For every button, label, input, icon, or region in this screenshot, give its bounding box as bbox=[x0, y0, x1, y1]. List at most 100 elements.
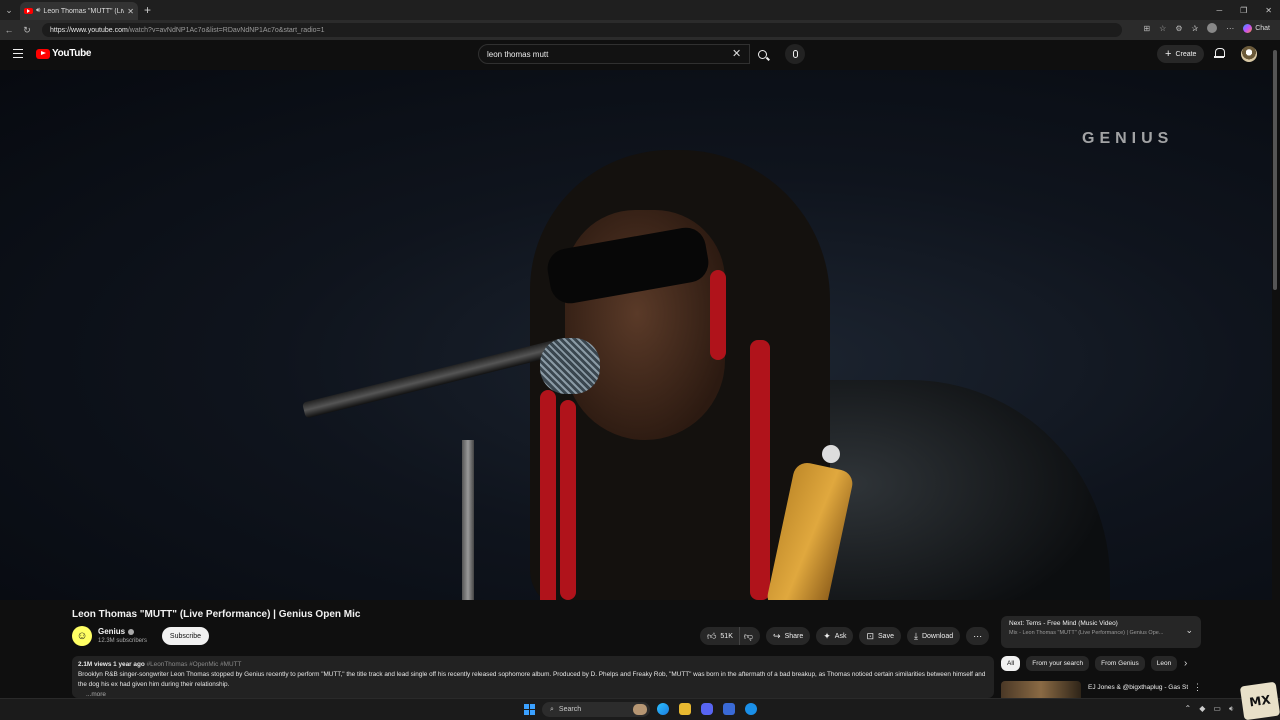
back-icon[interactable]: ← bbox=[0, 25, 18, 35]
chip-all[interactable]: All bbox=[1001, 656, 1021, 671]
more-actions-button[interactable]: ⋯ bbox=[966, 627, 990, 645]
tab-list-chevron-icon[interactable]: ⌄ bbox=[0, 0, 18, 20]
chip-from-genius[interactable]: From Genius bbox=[1095, 656, 1145, 671]
guitar-knob bbox=[822, 445, 840, 463]
recommendation-title[interactable]: EJ Jones & @bigxthaplug - Gas Station Re… bbox=[1088, 683, 1188, 692]
windows-start-icon[interactable] bbox=[524, 704, 535, 715]
favorite-star-icon[interactable]: ☆ bbox=[1159, 24, 1166, 33]
share-button[interactable]: ↪ Share bbox=[766, 627, 811, 645]
subscriber-count: 12.3M subscribers bbox=[98, 638, 148, 644]
next-video-subtitle: Mix - Leon Thomas "MUTT" (Live Performan… bbox=[1009, 630, 1164, 636]
download-button[interactable]: ⤓ Download bbox=[906, 627, 961, 645]
notifications-bell-icon[interactable] bbox=[1214, 48, 1225, 59]
close-window-icon[interactable]: ✕ bbox=[1265, 6, 1272, 15]
red-dreadlock bbox=[750, 340, 770, 600]
close-tab-icon[interactable]: ✕ bbox=[127, 7, 134, 16]
save-button[interactable]: ⊡ Save bbox=[859, 627, 901, 645]
address-bar-row: ← ↻ https://www.youtube.com/watch?v=avNd… bbox=[0, 20, 1280, 40]
chevron-down-icon[interactable]: ⌄ bbox=[1185, 625, 1193, 636]
copilot-chat-button[interactable]: Chat bbox=[1243, 23, 1270, 33]
show-more-link[interactable]: ...more bbox=[78, 690, 988, 698]
thumbs-down-icon[interactable]: 👎︎ bbox=[744, 631, 753, 642]
tab-title: Leon Thomas "MUTT" (Live P bbox=[43, 7, 125, 15]
more-horizontal-icon: ⋯ bbox=[973, 630, 983, 641]
new-tab-icon[interactable]: + bbox=[144, 3, 151, 17]
red-dreadlock bbox=[560, 400, 576, 600]
microphone-stand bbox=[462, 440, 474, 600]
create-button[interactable]: + Create bbox=[1157, 45, 1205, 63]
page-scrollbar[interactable] bbox=[1273, 50, 1277, 290]
file-explorer-icon[interactable] bbox=[679, 703, 691, 715]
logo-text: YouTube bbox=[52, 48, 92, 59]
url-host: https://www.youtube.com bbox=[50, 26, 128, 34]
taskbar-search-icon: ⌕ bbox=[550, 705, 554, 713]
channel-avatar[interactable]: ☺ bbox=[72, 626, 92, 646]
voice-search-button[interactable] bbox=[785, 44, 805, 64]
refresh-icon[interactable]: ↻ bbox=[18, 25, 36, 36]
taskbar-search[interactable]: ⌕ Search bbox=[542, 702, 650, 717]
restore-icon[interactable]: ❐ bbox=[1240, 6, 1247, 15]
chevron-right-icon[interactable]: › bbox=[1184, 658, 1187, 669]
microphone-head bbox=[540, 338, 600, 394]
profile-avatar[interactable] bbox=[1207, 23, 1218, 33]
browser-tab[interactable]: 🔊︎ Leon Thomas "MUTT" (Live P ✕ bbox=[20, 2, 138, 20]
read-aloud-icon[interactable]: ⊞ bbox=[1143, 24, 1150, 33]
more-options-icon[interactable]: ⋯ bbox=[1226, 24, 1234, 33]
subscribe-button[interactable]: Subscribe bbox=[162, 627, 209, 645]
channel-name-text: Genius bbox=[98, 627, 126, 636]
like-button[interactable]: 👍︎ 51K bbox=[707, 627, 740, 645]
streamer-logo: MX bbox=[1239, 681, 1280, 720]
red-dreadlock bbox=[540, 390, 556, 600]
discord-icon[interactable] bbox=[701, 703, 713, 715]
verified-icon bbox=[128, 628, 135, 635]
chip-leon[interactable]: Leon bbox=[1150, 656, 1178, 671]
system-tray: ⌃ ◆ ▭ 🔉︎ bbox=[1185, 704, 1234, 714]
youtube-play-icon bbox=[36, 48, 50, 59]
app-icon[interactable] bbox=[745, 703, 757, 715]
account-avatar[interactable] bbox=[1241, 46, 1257, 62]
chip-from-your-search[interactable]: From your search bbox=[1026, 656, 1090, 671]
edge-browser-icon[interactable] bbox=[657, 703, 669, 715]
url-field[interactable]: https://www.youtube.com/watch?v=avNdNP1A… bbox=[42, 23, 1122, 37]
menu-icon[interactable] bbox=[13, 49, 23, 58]
favorites-icon[interactable]: ✰ bbox=[1192, 24, 1199, 33]
microphone-arm bbox=[302, 337, 568, 419]
network-icon[interactable]: ◆ bbox=[1199, 704, 1205, 714]
browser-tab-bar: ⌄ 🔊︎ Leon Thomas "MUTT" (Live P ✕ + ─ ❐ … bbox=[0, 0, 1280, 20]
url-path: /watch?v=avNdNP1Ac7o&list=RDavNdNP1Ac7o&… bbox=[127, 26, 325, 34]
download-icon: ⤓ bbox=[913, 630, 918, 641]
clear-search-icon[interactable]: ✕ bbox=[732, 47, 741, 60]
chat-label: Chat bbox=[1255, 24, 1270, 32]
youtube-logo[interactable]: YouTube bbox=[36, 48, 92, 59]
channel-name[interactable]: Genius bbox=[98, 627, 135, 636]
youtube-favicon-icon bbox=[24, 8, 33, 14]
recommendation-thumbnail[interactable] bbox=[1001, 681, 1081, 698]
description-meta-line: 2.1M views 1 year ago #LeonThomas #OpenM… bbox=[78, 660, 988, 670]
share-icon: ↪ bbox=[773, 630, 781, 641]
video-player[interactable]: GENIUS bbox=[0, 70, 1272, 600]
taskbar-search-label: Search bbox=[558, 706, 582, 713]
video-actions: 👍︎ 51K 👎︎ ↪ Share ✦ Ask ⊡ Save ⤓ Downloa… bbox=[700, 627, 990, 645]
more-vertical-icon[interactable]: ⋮ bbox=[1193, 682, 1202, 693]
tray-chevron-icon[interactable]: ⌃ bbox=[1185, 704, 1192, 714]
thumbs-up-icon: 👍︎ bbox=[707, 630, 717, 641]
hashtags[interactable]: #LeonThomas #OpenMic #MUTT bbox=[147, 661, 242, 668]
up-next-card[interactable]: Next: Tems - Free Mind (Music Video) Mix… bbox=[1001, 616, 1201, 648]
search-input[interactable]: leon thomas mutt bbox=[478, 44, 750, 64]
ask-button[interactable]: ✦ Ask bbox=[816, 627, 854, 645]
window-controls: ─ ❐ ✕ bbox=[1216, 0, 1272, 20]
volume-icon[interactable]: 🔉︎ bbox=[1229, 704, 1234, 714]
description-text: Brooklyn R&B singer-songwriter Leon Thom… bbox=[78, 671, 986, 688]
calculator-icon[interactable] bbox=[723, 703, 735, 715]
minimize-icon[interactable]: ─ bbox=[1216, 6, 1222, 15]
like-count: 51K bbox=[720, 632, 733, 640]
youtube-header: YouTube leon thomas mutt ✕ + Create bbox=[0, 40, 1280, 70]
extensions-icon[interactable]: ⚙︎ bbox=[1175, 24, 1182, 33]
speaker-icon[interactable]: 🔊︎ bbox=[36, 7, 40, 15]
windows-taskbar: ⌕ Search ⌃ ◆ ▭ 🔉︎ bbox=[0, 698, 1280, 720]
search-button[interactable] bbox=[750, 44, 774, 64]
plus-icon: + bbox=[1165, 48, 1172, 60]
display-icon[interactable]: ▭ bbox=[1213, 704, 1221, 714]
browser-toolbar-icons: ⊞ ☆ ⚙︎ ✰ ⋯ Chat bbox=[1143, 23, 1270, 33]
description-box[interactable]: 2.1M views 1 year ago #LeonThomas #OpenM… bbox=[72, 656, 994, 698]
